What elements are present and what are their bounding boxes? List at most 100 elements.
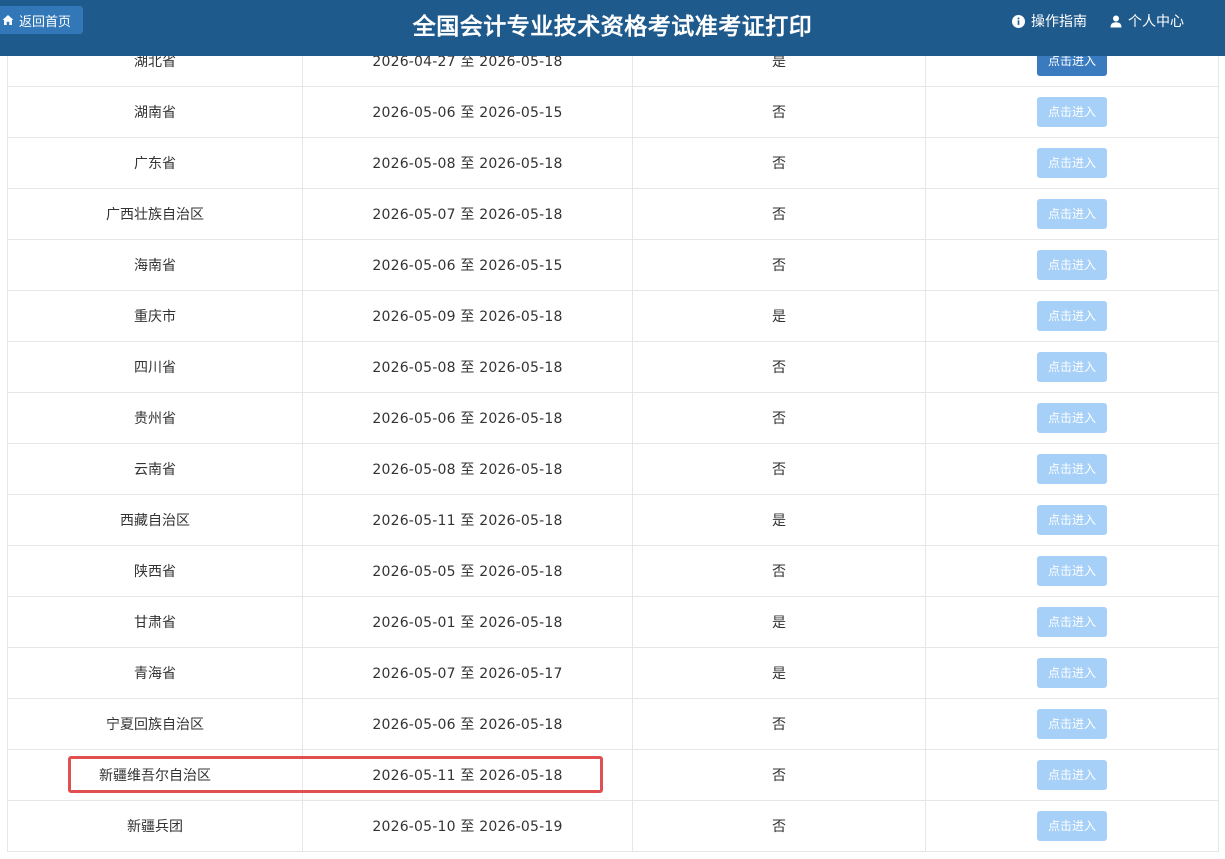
print-period-cell: 2026-05-07 至 2026-05-18 — [302, 188, 633, 240]
guide-link-label: 操作指南 — [1031, 14, 1087, 30]
action-cell: 点击进入 — [925, 137, 1219, 189]
action-cell: 点击进入 — [925, 749, 1219, 801]
admission-table-container: 湖北省 2026-04-27 至 2026-05-18 是点击进入 湖南省 2026-0… — [7, 35, 1219, 852]
print-period-cell: 2026-05-09 至 2026-05-18 — [302, 290, 633, 342]
print-period-cell: 2026-05-06 至 2026-05-15 — [302, 239, 633, 291]
province-cell: 青海省 — [7, 647, 303, 699]
action-cell: 点击进入 — [925, 647, 1219, 699]
enter-button[interactable]: 点击进入 — [1037, 454, 1107, 484]
print-period-cell: 2026-05-07 至 2026-05-17 — [302, 647, 633, 699]
flag-cell: 否 — [632, 800, 926, 852]
admission-table: 湖北省 2026-04-27 至 2026-05-18 是点击进入 湖南省 2026-0… — [7, 35, 1219, 852]
print-period-cell: 2026-05-05 至 2026-05-18 — [302, 545, 633, 597]
print-period-cell: 2026-05-01 至 2026-05-18 — [302, 596, 633, 648]
table-row: 湖南省 2026-05-06 至 2026-05-15 否 点击进入 — [7, 86, 1219, 138]
table-row: 新疆维吾尔自治区 2026-05-11 至 2026-05-18 否 点击进入 — [7, 749, 1219, 801]
info-icon — [1012, 14, 1025, 28]
province-cell: 甘肃省 — [7, 596, 303, 648]
province-cell: 宁夏回族自治区 — [7, 698, 303, 750]
enter-button[interactable]: 点击进入 — [1037, 658, 1107, 688]
province-cell: 湖南省 — [7, 86, 303, 138]
flag-cell: 否 — [632, 239, 926, 291]
province-cell: 新疆兵团 — [7, 800, 303, 852]
enter-button[interactable]: 点击进入 — [1037, 148, 1107, 178]
user-center-link[interactable]: 个人中心 — [1110, 11, 1184, 31]
flag-cell: 否 — [632, 341, 926, 393]
table-row: 青海省 2026-05-07 至 2026-05-17 是 点击进入 — [7, 647, 1219, 699]
print-period-cell: 2026-05-08 至 2026-05-18 — [302, 443, 633, 495]
table-row: 广西壮族自治区 2026-05-07 至 2026-05-18 否 点击进入 — [7, 188, 1219, 240]
page-header: 返回首页 全国会计专业技术资格考试准考证打印 操作指南 个人中心 — [0, 0, 1225, 56]
table-row: 广东省 2026-05-08 至 2026-05-18 否 点击进入 — [7, 137, 1219, 189]
action-cell: 点击进入 — [925, 800, 1219, 852]
table-row: 重庆市 2026-05-09 至 2026-05-18 是 点击进入 — [7, 290, 1219, 342]
enter-button[interactable]: 点击进入 — [1037, 301, 1107, 331]
print-period-cell: 2026-05-11 至 2026-05-18 — [302, 494, 633, 546]
table-row: 甘肃省 2026-05-01 至 2026-05-18 是 点击进入 — [7, 596, 1219, 648]
flag-cell: 是 — [632, 596, 926, 648]
action-cell: 点击进入 — [925, 239, 1219, 291]
enter-button[interactable]: 点击进入 — [1037, 505, 1107, 535]
table-row: 陕西省 2026-05-05 至 2026-05-18 否 点击进入 — [7, 545, 1219, 597]
print-period-cell: 2026-05-11 至 2026-05-18 — [302, 749, 633, 801]
action-cell: 点击进入 — [925, 86, 1219, 138]
enter-button[interactable]: 点击进入 — [1037, 556, 1107, 586]
action-cell: 点击进入 — [925, 392, 1219, 444]
enter-button[interactable]: 点击进入 — [1037, 403, 1107, 433]
enter-button[interactable]: 点击进入 — [1037, 250, 1107, 280]
action-cell: 点击进入 — [925, 545, 1219, 597]
table-row: 海南省 2026-05-06 至 2026-05-15 否 点击进入 — [7, 239, 1219, 291]
action-cell: 点击进入 — [925, 494, 1219, 546]
table-row: 四川省 2026-05-08 至 2026-05-18 否 点击进入 — [7, 341, 1219, 393]
province-cell: 重庆市 — [7, 290, 303, 342]
flag-cell: 是 — [632, 290, 926, 342]
print-period-cell: 2026-05-06 至 2026-05-15 — [302, 86, 633, 138]
flag-cell: 否 — [632, 188, 926, 240]
print-period-cell: 2026-05-08 至 2026-05-18 — [302, 341, 633, 393]
province-cell: 海南省 — [7, 239, 303, 291]
enter-button[interactable]: 点击进入 — [1037, 709, 1107, 739]
flag-cell: 否 — [632, 86, 926, 138]
flag-cell: 是 — [632, 494, 926, 546]
user-icon — [1110, 15, 1122, 27]
action-cell: 点击进入 — [925, 290, 1219, 342]
province-cell: 西藏自治区 — [7, 494, 303, 546]
action-cell: 点击进入 — [925, 596, 1219, 648]
province-cell: 新疆维吾尔自治区 — [7, 749, 303, 801]
table-row: 新疆兵团 2026-05-10 至 2026-05-19 否 点击进入 — [7, 800, 1219, 852]
print-period-cell: 2026-05-10 至 2026-05-19 — [302, 800, 633, 852]
table-body: 湖北省 2026-04-27 至 2026-05-18 是点击进入 湖南省 2026-0… — [7, 35, 1219, 852]
table-row: 西藏自治区 2026-05-11 至 2026-05-18 是 点击进入 — [7, 494, 1219, 546]
user-center-label: 个人中心 — [1128, 14, 1184, 30]
action-cell: 点击进入 — [925, 341, 1219, 393]
print-period-cell: 2026-05-08 至 2026-05-18 — [302, 137, 633, 189]
table-row: 贵州省 2026-05-06 至 2026-05-18 否 点击进入 — [7, 392, 1219, 444]
enter-button[interactable]: 点击进入 — [1037, 811, 1107, 841]
flag-cell: 是 — [632, 647, 926, 699]
flag-cell: 否 — [632, 749, 926, 801]
flag-cell: 否 — [632, 443, 926, 495]
enter-button[interactable]: 点击进入 — [1037, 97, 1107, 127]
province-cell: 广西壮族自治区 — [7, 188, 303, 240]
print-period-cell: 2026-05-06 至 2026-05-18 — [302, 698, 633, 750]
province-cell: 云南省 — [7, 443, 303, 495]
enter-button[interactable]: 点击进入 — [1037, 607, 1107, 637]
action-cell: 点击进入 — [925, 188, 1219, 240]
province-cell: 贵州省 — [7, 392, 303, 444]
table-row: 宁夏回族自治区 2026-05-06 至 2026-05-18 否 点击进入 — [7, 698, 1219, 750]
province-cell: 广东省 — [7, 137, 303, 189]
flag-cell: 否 — [632, 392, 926, 444]
guide-link[interactable]: 操作指南 — [1012, 11, 1087, 31]
flag-cell: 否 — [632, 698, 926, 750]
province-cell: 四川省 — [7, 341, 303, 393]
table-row: 云南省 2026-05-08 至 2026-05-18 否 点击进入 — [7, 443, 1219, 495]
action-cell: 点击进入 — [925, 698, 1219, 750]
enter-button[interactable]: 点击进入 — [1037, 199, 1107, 229]
flag-cell: 否 — [632, 545, 926, 597]
print-period-cell: 2026-05-06 至 2026-05-18 — [302, 392, 633, 444]
enter-button[interactable]: 点击进入 — [1037, 760, 1107, 790]
province-cell: 陕西省 — [7, 545, 303, 597]
flag-cell: 否 — [632, 137, 926, 189]
action-cell: 点击进入 — [925, 443, 1219, 495]
enter-button[interactable]: 点击进入 — [1037, 352, 1107, 382]
